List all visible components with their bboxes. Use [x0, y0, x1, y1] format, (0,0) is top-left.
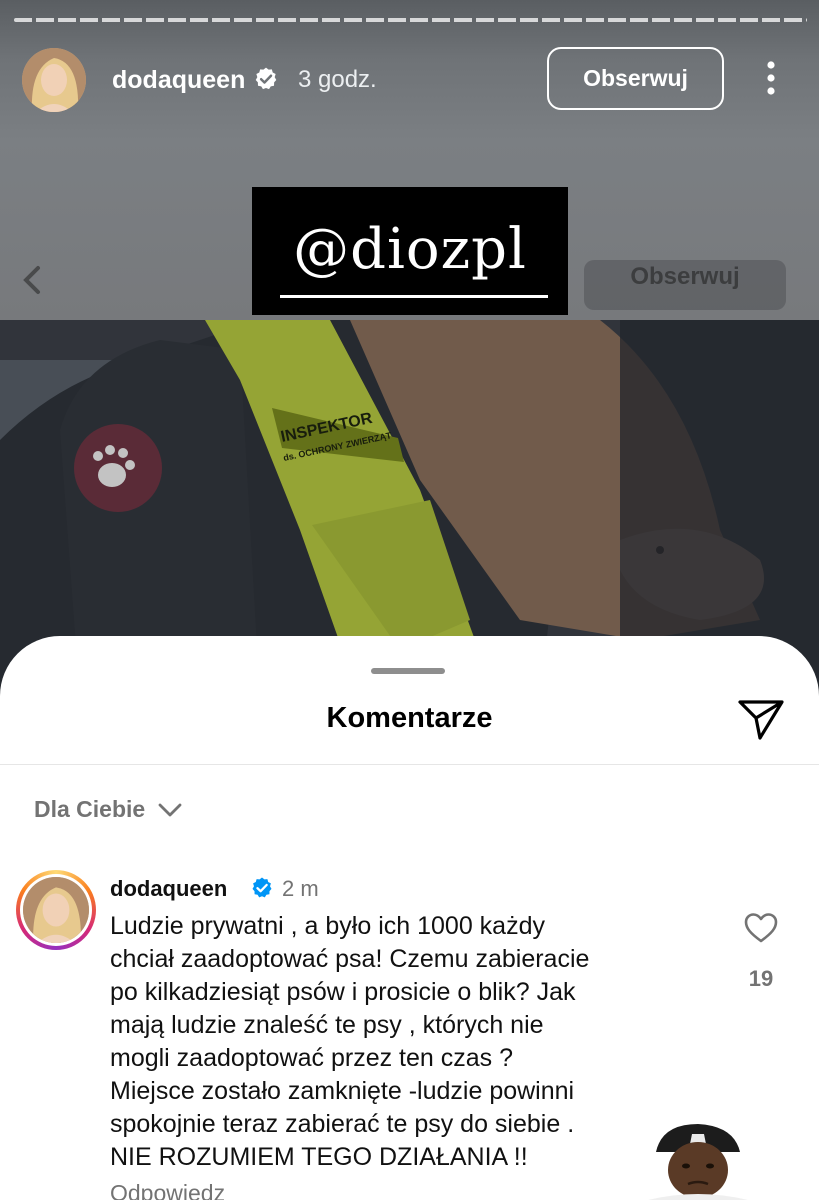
sheet-drag-handle[interactable] — [371, 668, 445, 674]
comment-avatar[interactable] — [16, 870, 96, 950]
comment-line: po kilkadziesiąt psów i prosicie o blik?… — [110, 978, 576, 1006]
story-progress-bar — [14, 18, 807, 22]
reply-button[interactable]: Odpowiedz — [110, 1180, 225, 1200]
avatar-image — [22, 48, 86, 112]
comment-line: mogli zaadoptować przez ten czas ? — [110, 1044, 513, 1072]
comment-line: Miejsce zostało zamknięte -ludzie powinn… — [110, 1077, 575, 1105]
mention-sticker[interactable]: @diozpl — [252, 187, 568, 315]
share-icon[interactable] — [736, 696, 786, 742]
verified-badge-icon — [252, 877, 272, 898]
story-header: dodaqueen 3 godz. Obserwuj — [0, 44, 819, 114]
mention-sticker-underline — [280, 295, 548, 298]
background-follow-button: Obserwuj — [584, 260, 786, 310]
comment-line: chciał zaadoptować psa! Czemu zabieracie — [110, 945, 590, 973]
mention-sticker-text: @diozpl — [293, 217, 527, 282]
comment-text: Ludzie prywatni , a było ich 1000 każdy … — [110, 910, 720, 1174]
verified-badge-icon — [255, 67, 277, 90]
back-arrow-icon — [23, 266, 40, 294]
sheet-divider — [0, 764, 819, 765]
person-sticker-image — [648, 1124, 748, 1200]
filter-label: Dla Ciebie — [34, 796, 146, 822]
comment-time: 2 m — [282, 876, 319, 901]
comments-sheet: Komentarze Dla Ciebie dodaqueen 2 m Ludz… — [0, 636, 819, 1200]
comment-line: NIE ROZUMIEM TEGO DZIAŁANIA !! — [110, 1143, 528, 1171]
story-progress — [14, 18, 807, 22]
story-avatar[interactable] — [22, 48, 86, 112]
story-username[interactable]: dodaqueen — [112, 66, 245, 95]
comment-line: spokojnie teraz zabierać te psy do siebi… — [110, 1110, 575, 1138]
comments-filter-dropdown[interactable]: Dla Ciebie — [34, 796, 183, 823]
comment-line: Ludzie prywatni , a było ich 1000 każdy — [110, 912, 545, 940]
chevron-down-icon — [158, 803, 182, 816]
more-vertical-icon[interactable] — [759, 60, 783, 96]
like-count: 19 — [748, 966, 774, 991]
heart-icon[interactable] — [744, 912, 778, 944]
story-time: 3 godz. — [298, 66, 377, 93]
sheet-title: Komentarze — [326, 702, 493, 734]
comment-line: mają ludzie znaleść te psy , których nie — [110, 1011, 544, 1039]
follow-button[interactable]: Obserwuj — [547, 47, 724, 110]
comment-username[interactable]: dodaqueen — [110, 876, 227, 902]
comment-avatar-image — [23, 877, 89, 943]
